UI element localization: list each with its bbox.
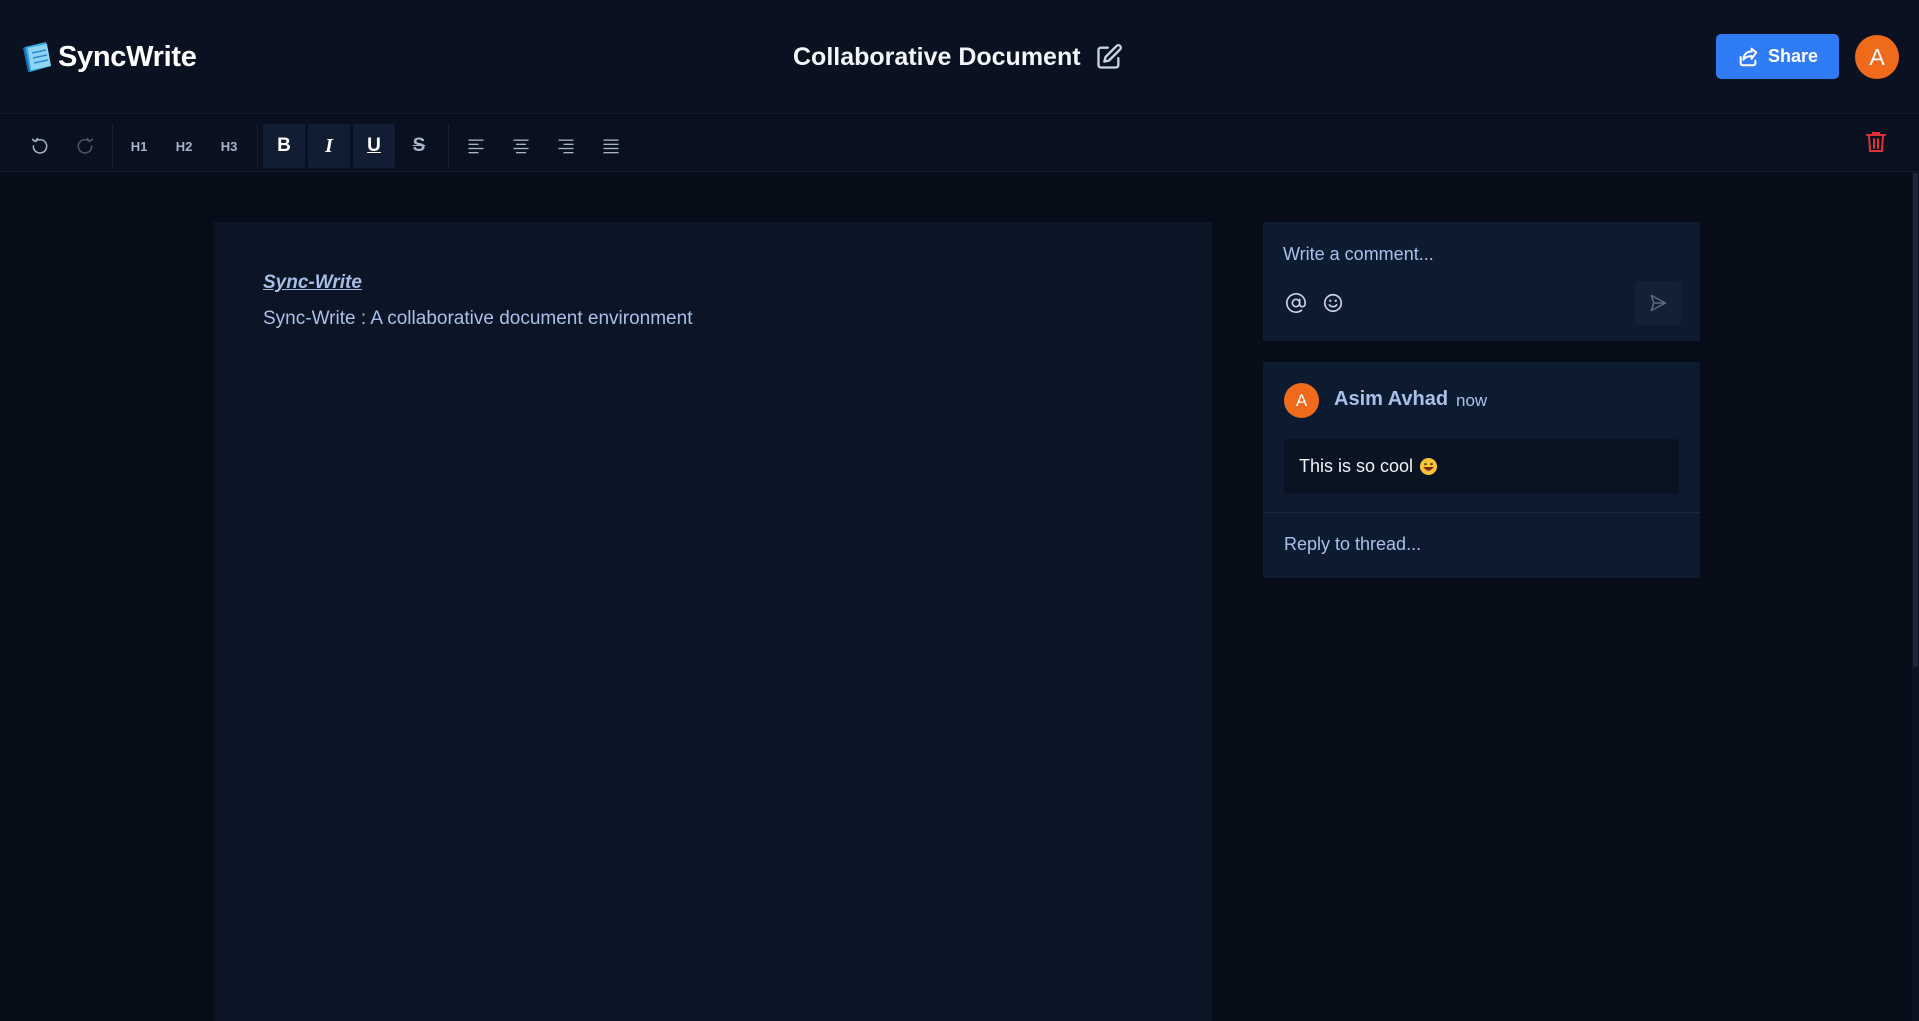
undo-icon	[31, 137, 48, 154]
grinning-face-icon	[1419, 457, 1438, 476]
trash-icon	[1866, 132, 1886, 152]
share-label: Share	[1767, 46, 1819, 66]
toolbar-divider	[112, 124, 113, 168]
comment-author-name: Asim Avhad	[1334, 388, 1449, 410]
notebook-logo-icon	[23, 42, 51, 72]
thread-divider	[1263, 512, 1700, 513]
share-button[interactable]: Share	[1716, 34, 1839, 79]
strikethrough-button[interactable]: S	[398, 124, 440, 168]
smiley-icon	[1323, 293, 1343, 313]
document-heading[interactable]: Sync-Write	[263, 272, 362, 294]
bold-button[interactable]: B	[263, 124, 305, 168]
align-justify-button[interactable]	[590, 124, 632, 168]
document-editor[interactable]: Sync-Write Sync-Write : A collaborative …	[213, 222, 1212, 1021]
align-left-icon	[468, 139, 484, 154]
comment-message: This is so cool	[1284, 439, 1679, 494]
send-icon	[1650, 294, 1667, 312]
redo-icon	[77, 137, 94, 154]
heading-3-button[interactable]: H3	[208, 124, 250, 168]
align-right-button[interactable]	[545, 124, 587, 168]
document-title-area: Collaborative Document	[793, 38, 1123, 76]
heading-1-button[interactable]: H1	[118, 124, 160, 168]
top-bar: SyncWrite Collaborative Document Share A	[0, 0, 1919, 114]
align-right-icon	[558, 139, 574, 154]
document-paragraph[interactable]: Sync-Write : A collaborative document en…	[263, 308, 692, 330]
italic-button[interactable]: I	[308, 124, 350, 168]
underline-button[interactable]: U	[353, 124, 395, 168]
app-name: SyncWrite	[58, 40, 197, 73]
redo-button[interactable]	[64, 124, 106, 168]
send-comment-button[interactable]	[1635, 281, 1681, 325]
comment-thread: A Asim Avhad now This is so cool	[1263, 362, 1700, 578]
align-justify-icon	[603, 139, 619, 154]
comment-timestamp: now	[1456, 391, 1488, 410]
emoji-button[interactable]	[1319, 289, 1347, 317]
edit-icon[interactable]	[1095, 43, 1123, 71]
formatting-toolbar: H1 H2 H3 B I U S	[0, 115, 1919, 172]
share-icon	[1739, 47, 1758, 66]
at-sign-icon	[1286, 293, 1306, 313]
toolbar-divider	[257, 124, 258, 168]
align-left-button[interactable]	[455, 124, 497, 168]
comment-text: This is so cool	[1299, 456, 1414, 476]
comment-composer	[1263, 222, 1700, 341]
user-avatar[interactable]: A	[1855, 35, 1899, 79]
delete-document-button[interactable]	[1864, 127, 1888, 157]
heading-2-button[interactable]: H2	[163, 124, 205, 168]
document-title: Collaborative Document	[793, 42, 1081, 71]
reply-input[interactable]	[1284, 534, 1664, 555]
undo-button[interactable]	[19, 124, 61, 168]
scrollbar-thumb[interactable]	[1913, 173, 1918, 667]
mention-button[interactable]	[1282, 289, 1310, 317]
comment-author-avatar: A	[1284, 383, 1319, 418]
toolbar-divider	[448, 124, 449, 168]
align-center-icon	[513, 139, 529, 154]
align-center-button[interactable]	[500, 124, 542, 168]
brand[interactable]: SyncWrite	[22, 38, 197, 76]
comment-input[interactable]	[1283, 244, 1603, 265]
